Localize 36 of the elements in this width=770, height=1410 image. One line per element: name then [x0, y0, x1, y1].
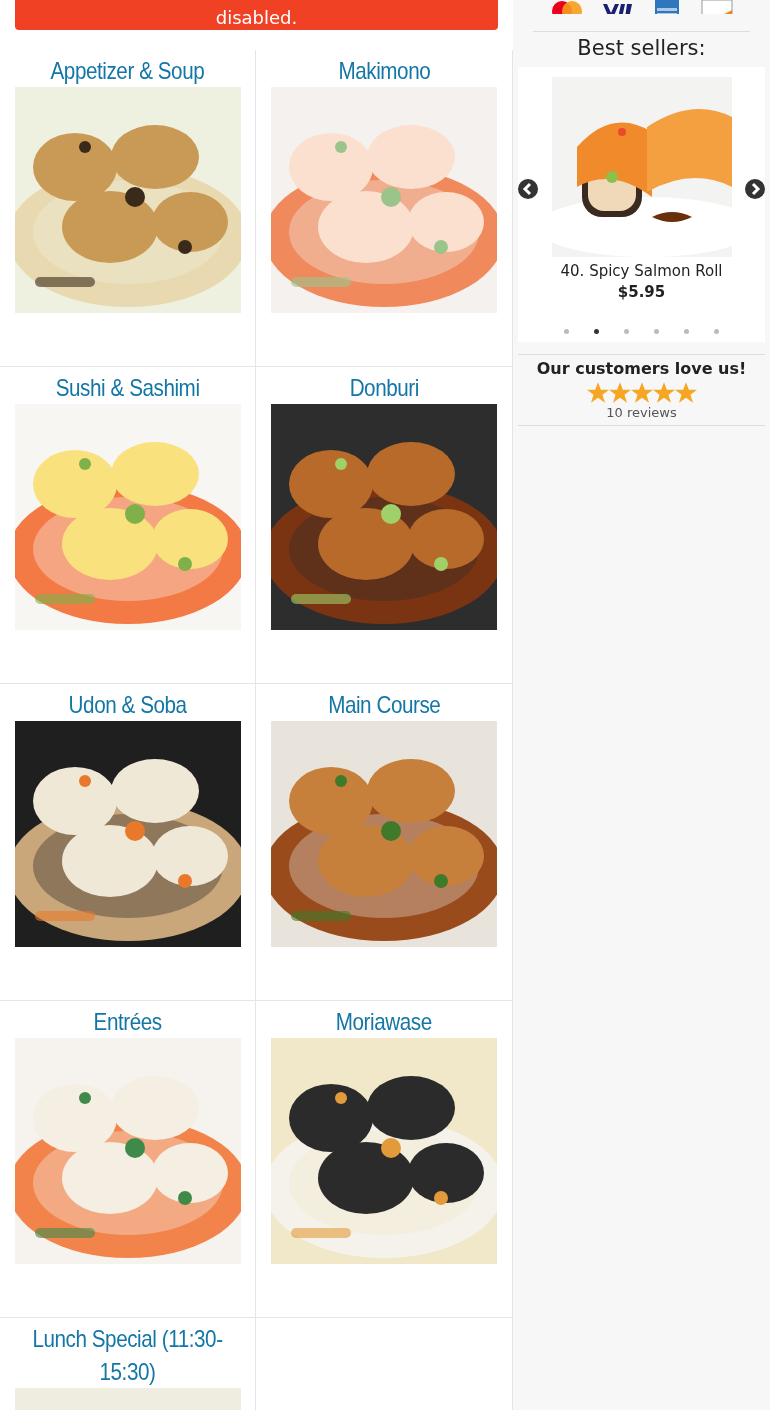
category-link[interactable]: Udon & Soba [68, 688, 187, 721]
carousel-dot[interactable] [714, 329, 719, 334]
category-card[interactable]: Makimono [256, 50, 512, 367]
star-icon [630, 382, 653, 403]
category-card[interactable]: Moriawase [256, 1001, 512, 1318]
category-card[interactable]: Main Course [256, 684, 512, 1001]
star-icon [608, 382, 631, 403]
category-link[interactable]: Sushi & Sashimi [55, 371, 200, 404]
category-card[interactable]: Udon & Soba [0, 684, 256, 1001]
category-card[interactable]: Sushi & Sashimi [0, 367, 256, 684]
next-button[interactable] [745, 179, 765, 199]
carousel-dot[interactable] [564, 329, 569, 334]
alert-text: disabled. [215, 7, 298, 28]
category-link[interactable]: Moriawase [336, 1005, 432, 1038]
product-name[interactable]: 40. Spicy Salmon Roll [560, 262, 723, 280]
category-link[interactable]: Makimono [338, 54, 430, 87]
star-icon [674, 382, 697, 403]
reviews-title: Our customers love us! [536, 359, 747, 378]
category-card[interactable]: Donburi [256, 367, 512, 684]
product-price: $5.95 [617, 283, 666, 301]
category-link[interactable]: Donburi [349, 371, 419, 404]
carousel-dot[interactable] [684, 329, 689, 334]
star-icon [652, 382, 675, 403]
previous-button[interactable] [518, 179, 538, 199]
category-card[interactable]: Entrées [0, 1001, 256, 1318]
category-link[interactable]: Entrées [93, 1005, 162, 1038]
category-card[interactable]: Lunch Special (11:30-15:30) [0, 1318, 256, 1410]
carousel-dot[interactable] [654, 329, 659, 334]
review-count[interactable]: 10 reviews [606, 405, 677, 420]
category-link[interactable]: Main Course [327, 688, 441, 721]
category-card[interactable]: Appetizer & Soup [0, 50, 256, 367]
carousel-dot[interactable] [594, 329, 599, 334]
carousel-dot[interactable] [624, 329, 629, 334]
category-link[interactable]: Lunch Special (11:30-15:30) [30, 1322, 225, 1388]
star-icon [586, 382, 609, 403]
category-link[interactable]: Appetizer & Soup [50, 54, 205, 87]
